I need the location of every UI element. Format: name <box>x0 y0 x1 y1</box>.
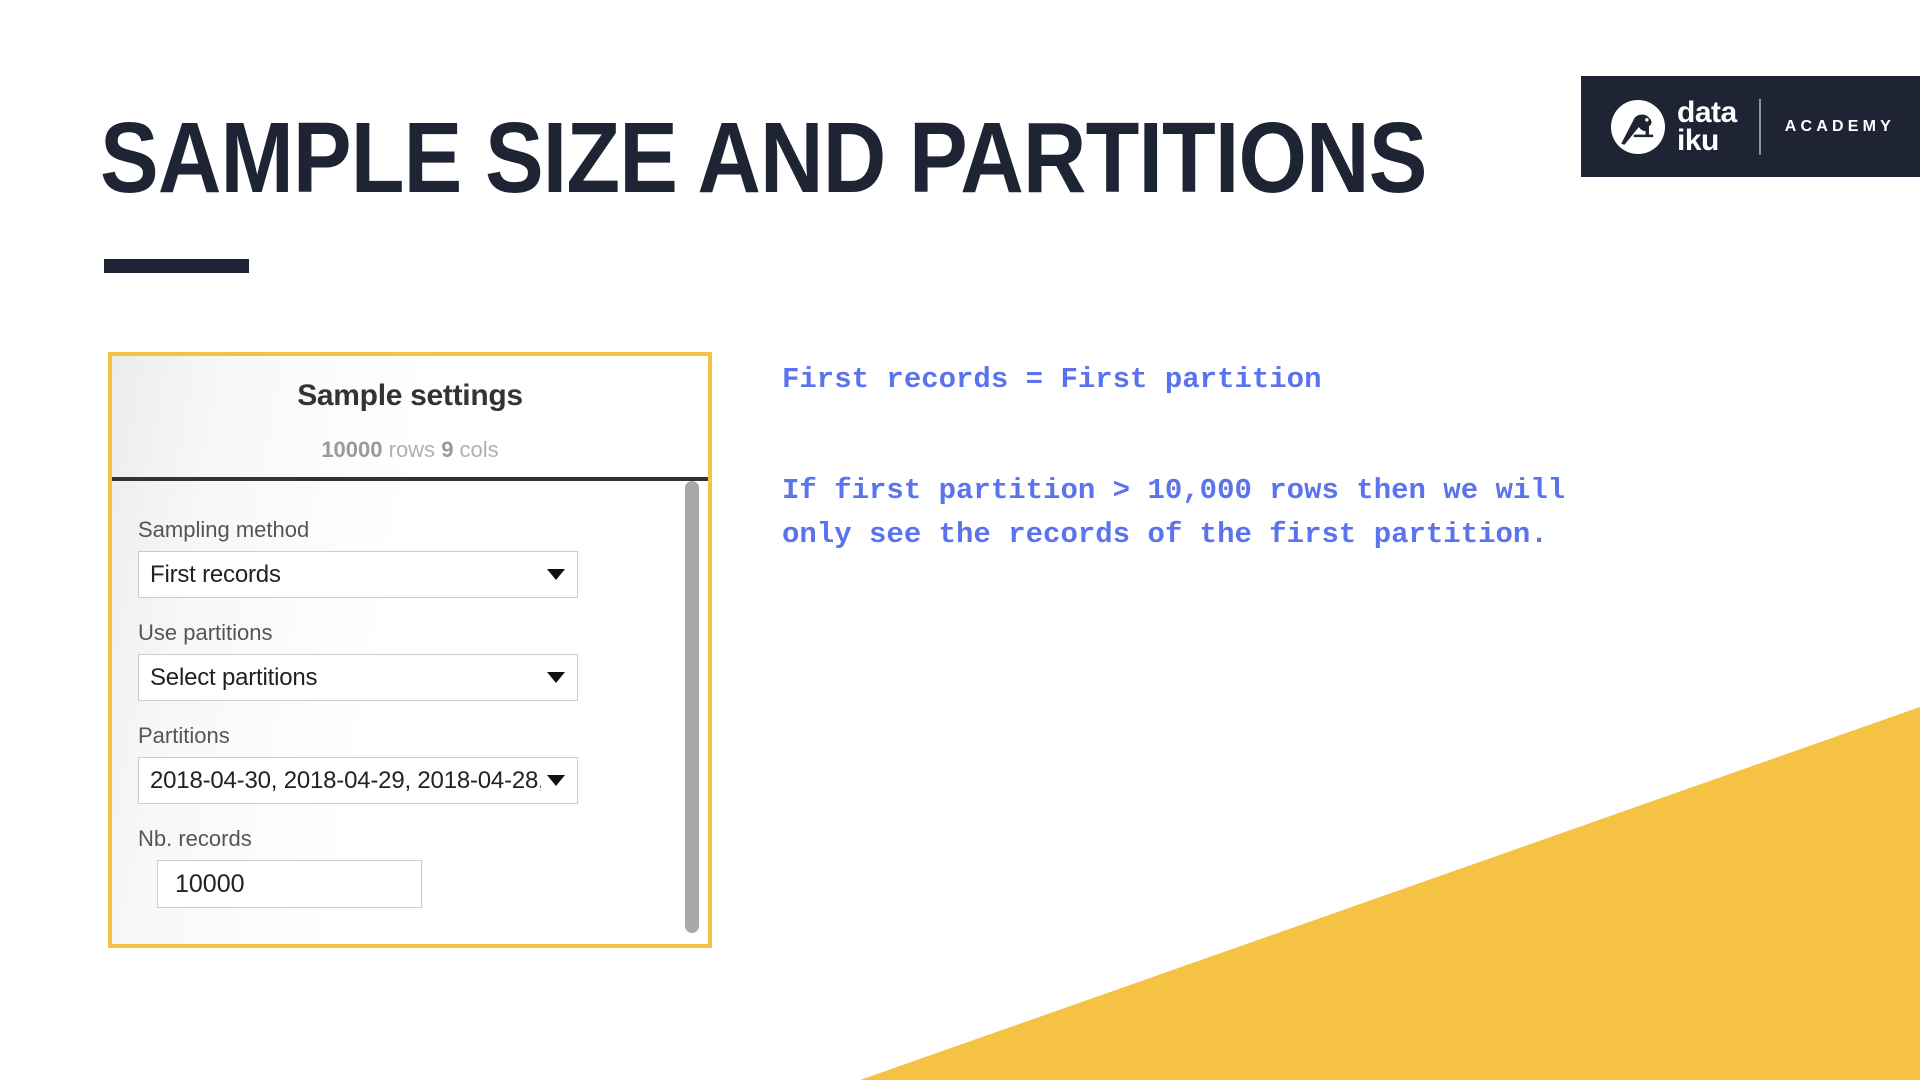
note-line-1: First records = First partition <box>782 363 1322 396</box>
chevron-down-icon <box>547 569 565 580</box>
select-use-partitions-value: Select partitions <box>150 663 318 691</box>
title-underline-rule <box>104 259 249 273</box>
logo-word-data: data <box>1677 95 1737 129</box>
dataiku-wordmark: data iku <box>1677 95 1737 157</box>
logo-divider <box>1758 98 1761 155</box>
sample-settings-title: Sample settings <box>297 379 523 412</box>
sample-settings-header: Sample settings 10000 rows 9 cols <box>112 356 708 481</box>
stats-cols-value: 9 <box>441 437 454 462</box>
annotation-notes: First records = First partition If first… <box>782 358 1565 557</box>
page-title: SAMPLE SIZE AND PARTITIONS <box>100 102 1427 214</box>
select-partitions[interactable]: 2018-04-30, 2018-04-29, 2018-04-28, <box>138 757 578 804</box>
note-line-2: If first partition > 10,000 rows then we… <box>782 474 1566 507</box>
select-use-partitions[interactable]: Select partitions <box>138 654 578 701</box>
dataiku-bird-icon <box>1611 99 1665 154</box>
label-partitions: Partitions <box>138 723 230 748</box>
stats-rows-value: 10000 <box>321 437 383 462</box>
slide-canvas: SAMPLE SIZE AND PARTITIONS data iku ACAD… <box>0 0 1920 1080</box>
input-nb-records[interactable]: 10000 <box>157 860 422 908</box>
sample-settings-form: Sampling method First records Use partit… <box>112 481 708 941</box>
stats-rows-label: rows <box>382 437 442 462</box>
field-group-nb-records: Nb. records 10000 <box>138 826 708 908</box>
label-nb-records: Nb. records <box>138 826 252 851</box>
label-sampling-method: Sampling method <box>138 517 310 542</box>
select-sampling-method[interactable]: First records <box>138 551 578 598</box>
logo-academy-label: ACADEMY <box>1784 117 1895 135</box>
field-group-use-partitions: Use partitions Select partitions <box>138 620 708 701</box>
sample-settings-panel: Sample settings 10000 rows 9 cols Sampli… <box>108 352 712 948</box>
note-spacer <box>782 402 1565 469</box>
panel-scrollbar-thumb[interactable] <box>685 481 699 933</box>
dataiku-academy-logo: data iku ACADEMY <box>1581 76 1920 177</box>
chevron-down-icon <box>547 775 565 786</box>
chevron-down-icon <box>547 672 565 683</box>
sample-settings-stats: 10000 rows 9 cols <box>112 437 708 463</box>
note-line-3: only see the records of the first partit… <box>782 518 1548 551</box>
select-partitions-value: 2018-04-30, 2018-04-29, 2018-04-28, <box>150 766 541 794</box>
field-group-partitions: Partitions 2018-04-30, 2018-04-29, 2018-… <box>138 723 708 804</box>
field-group-sampling-method: Sampling method First records <box>138 517 708 598</box>
select-sampling-method-value: First records <box>150 560 281 588</box>
stats-cols-label: cols <box>453 437 499 462</box>
label-use-partitions: Use partitions <box>138 620 273 645</box>
logo-word-iku: iku <box>1677 123 1719 157</box>
